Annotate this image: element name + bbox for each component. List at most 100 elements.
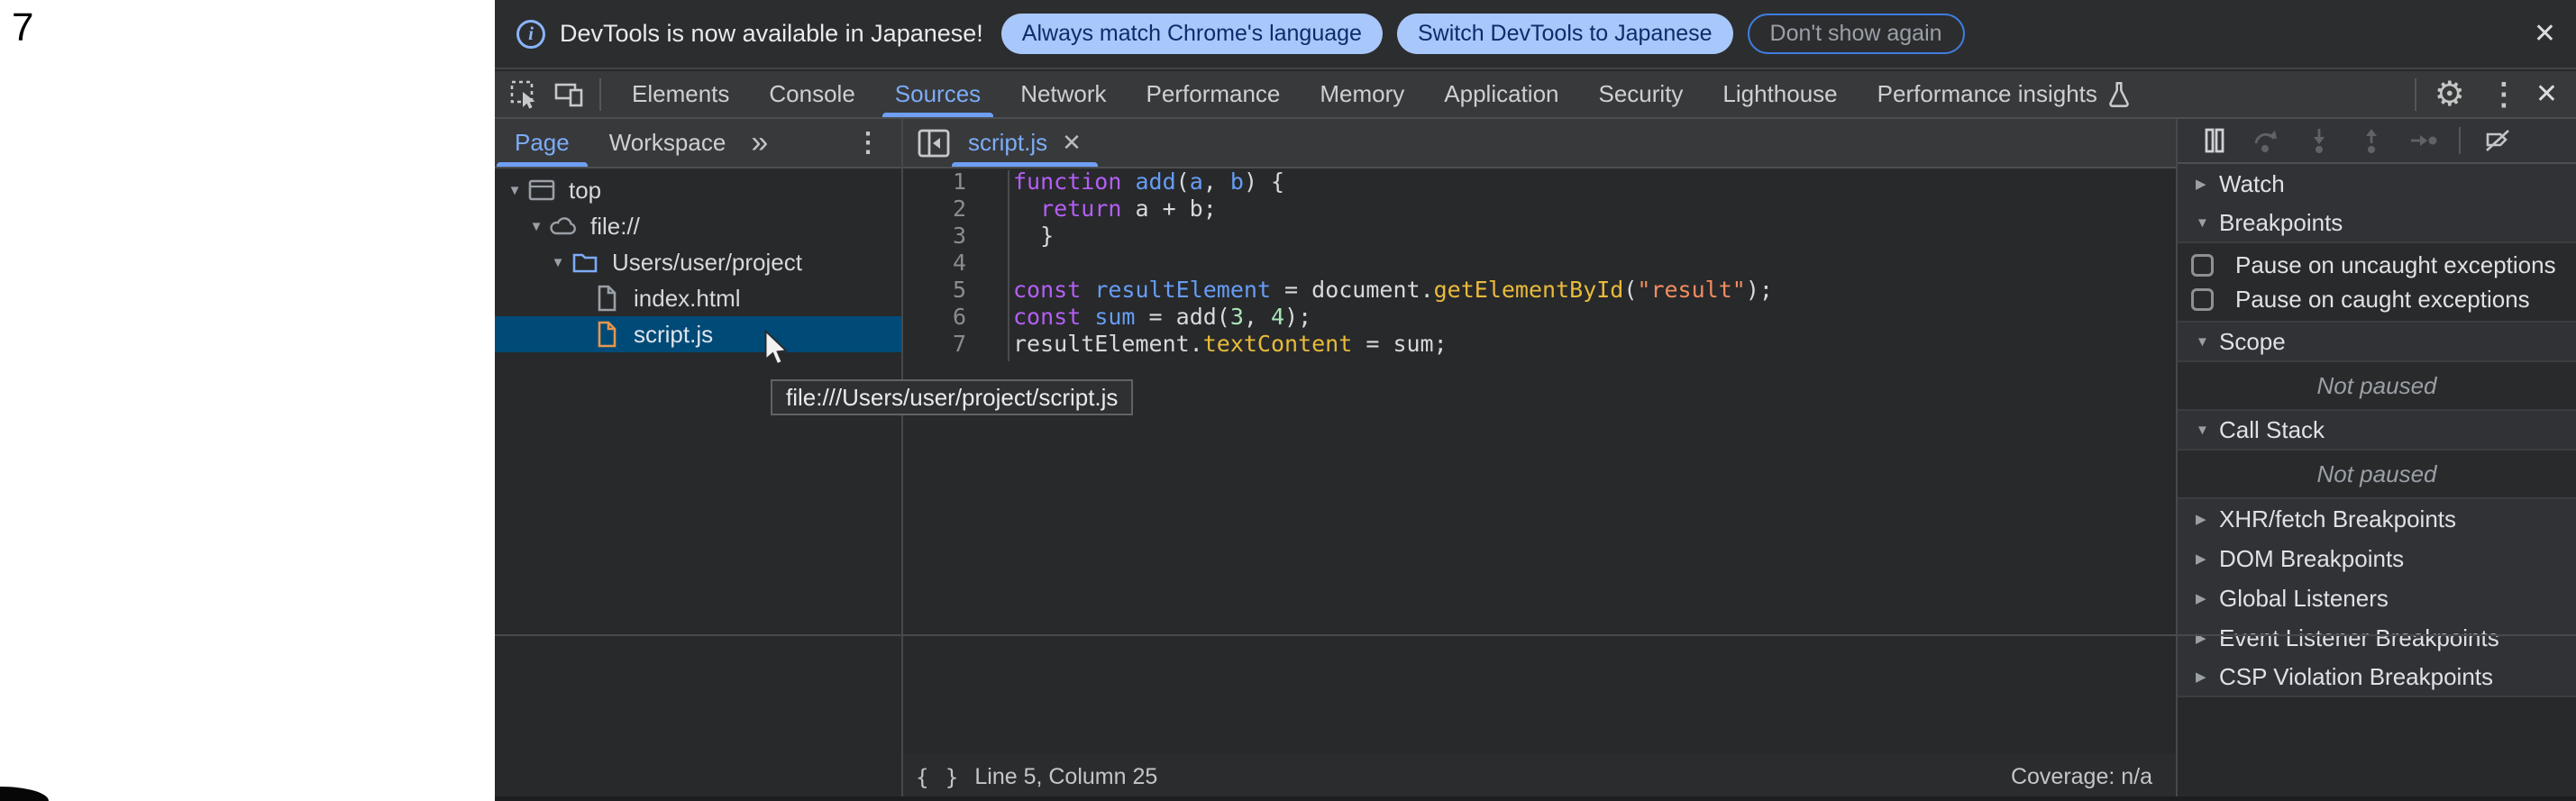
toolbar-divider — [2415, 78, 2416, 111]
line-number[interactable]: 1 — [903, 168, 966, 196]
line-number[interactable]: 4 — [903, 250, 966, 277]
section-label: Event Listener Breakpoints — [2219, 624, 2499, 652]
code-line[interactable]: 2 return a + b; — [903, 196, 2176, 223]
tabbar-right-controls: ⚙ ⋮ ✕ — [2400, 71, 2576, 117]
line-number[interactable]: 7 — [903, 331, 966, 358]
editor-tab-label: script.js — [968, 129, 1047, 157]
statusbar-divider — [495, 634, 2576, 636]
chevron-right-icon: ▶ — [2196, 551, 2219, 567]
editor-tab-close-icon[interactable]: ✕ — [1062, 129, 1082, 157]
navigator-overflow-chevron-icon[interactable]: » — [751, 125, 768, 160]
section-scope[interactable]: ▼Scope — [2178, 323, 2576, 362]
tab-performance[interactable]: Performance — [1127, 71, 1301, 117]
don-t-show-again-button[interactable]: Don't show again — [1748, 14, 1965, 54]
tree-item-index-html[interactable]: index.html — [495, 280, 901, 316]
line-number[interactable]: 5 — [903, 277, 966, 304]
tab-label: Memory — [1320, 80, 1404, 108]
editor-tab-scriptjs[interactable]: script.js ✕ — [950, 119, 1100, 167]
code-token: , — [1203, 168, 1230, 195]
line-number[interactable]: 6 — [903, 304, 966, 331]
code-token: sum — [1094, 304, 1135, 330]
tab-console[interactable]: Console — [749, 71, 874, 117]
tab-sources[interactable]: Sources — [875, 71, 1000, 117]
checkbox-row-pause-on-uncaught-exceptions[interactable]: Pause on uncaught exceptions — [2178, 248, 2576, 282]
section-call-stack[interactable]: ▼Call Stack — [2178, 411, 2576, 451]
pause-icon[interactable] — [2199, 125, 2230, 156]
tab-network[interactable]: Network — [1000, 71, 1126, 117]
code-line[interactable]: 4 — [903, 250, 2176, 277]
navigator-more-options-icon[interactable]: ⋮ — [854, 127, 882, 159]
step-out-icon[interactable] — [2356, 125, 2387, 156]
inspect-element-icon[interactable] — [509, 79, 540, 110]
always-match-chrome-s-language-button[interactable]: Always match Chrome's language — [1001, 14, 1383, 54]
tab-elements[interactable]: Elements — [612, 71, 749, 117]
switch-devtools-to-japanese-button[interactable]: Switch DevTools to Japanese — [1397, 14, 1733, 54]
code-line[interactable]: 6const sum = add(3, 4); — [903, 304, 2176, 331]
step-over-icon[interactable] — [2252, 125, 2282, 156]
section-csp-violation-breakpoints[interactable]: ▶CSP Violation Breakpoints — [2178, 658, 2576, 697]
tab-memory[interactable]: Memory — [1300, 71, 1424, 117]
code-token: add — [1135, 168, 1175, 195]
file-tree: ▼top▼file://▼Users/user/projectindex.htm… — [495, 168, 901, 352]
step-into-icon[interactable] — [2304, 125, 2334, 156]
tab-label: Lighthouse — [1722, 80, 1837, 108]
tab-security[interactable]: Security — [1579, 71, 1704, 117]
section-event-listener-breakpoints[interactable]: ▶Event Listener Breakpoints — [2178, 618, 2576, 658]
checkbox-unchecked[interactable] — [2191, 254, 2214, 277]
code-line[interactable]: 5const resultElement = document.getEleme… — [903, 277, 2176, 304]
code-editor[interactable]: 1function add(a, b) {2 return a + b;3 }4… — [903, 168, 2176, 753]
section-label: Scope — [2219, 328, 2286, 356]
devtools-panel: i DevTools is now available in Japanese!… — [495, 0, 2576, 801]
code-token — [1081, 277, 1094, 303]
debugger-toolbar — [2178, 119, 2576, 164]
tab-label: Console — [769, 80, 854, 108]
section-label: Call Stack — [2219, 416, 2325, 444]
toggle-navigator-icon[interactable] — [918, 128, 950, 159]
tab-label: Performance insights — [1877, 80, 2097, 108]
navigator-tab-workspace[interactable]: Workspace — [589, 119, 746, 167]
file-path-tooltip: file:///Users/user/project/script.js — [771, 379, 1133, 415]
tree-expand-arrow-icon[interactable]: ▼ — [504, 183, 525, 198]
device-toolbar-icon[interactable] — [554, 79, 585, 110]
more-options-icon[interactable]: ⋮ — [2489, 77, 2519, 113]
code-line-content: return a + b; — [966, 196, 1217, 223]
section-watch[interactable]: ▶Watch — [2178, 164, 2576, 204]
frame-icon — [525, 177, 558, 204]
line-number[interactable]: 2 — [903, 196, 966, 223]
code-token: "result" — [1637, 277, 1745, 303]
section-xhr-fetch-breakpoints[interactable]: ▶XHR/fetch Breakpoints — [2178, 499, 2576, 539]
tree-expand-arrow-icon[interactable]: ▼ — [525, 219, 547, 234]
file-icon — [590, 285, 623, 312]
devtools-close-icon[interactable]: ✕ — [2535, 78, 2558, 110]
section-global-listeners[interactable]: ▶Global Listeners — [2178, 578, 2576, 618]
pretty-print-icon[interactable]: { } — [916, 765, 960, 790]
scope-content: Not paused — [2178, 362, 2576, 411]
tree-item-users-user-project[interactable]: ▼Users/user/project — [495, 244, 901, 280]
toolbar-divider — [599, 78, 601, 111]
navigator-tab-page[interactable]: Page — [495, 119, 589, 167]
not-paused-message: Not paused — [2178, 451, 2576, 497]
checkbox-row-pause-on-caught-exceptions[interactable]: Pause on caught exceptions — [2178, 282, 2576, 316]
step-icon[interactable] — [2408, 125, 2439, 156]
chevron-right-icon: ▶ — [2196, 176, 2219, 192]
tree-item-file[interactable]: ▼file:// — [495, 208, 901, 244]
checkbox-unchecked[interactable] — [2191, 288, 2214, 311]
tree-item-top[interactable]: ▼top — [495, 172, 901, 208]
code-token: const — [1013, 277, 1081, 303]
line-number[interactable]: 3 — [903, 223, 966, 250]
tab-application[interactable]: Application — [1424, 71, 1578, 117]
code-line[interactable]: 1function add(a, b) { — [903, 168, 2176, 196]
section-dom-breakpoints[interactable]: ▶DOM Breakpoints — [2178, 539, 2576, 578]
code-line[interactable]: 7resultElement.textContent = sum; — [903, 331, 2176, 358]
tab-performance-insights[interactable]: Performance insights — [1858, 71, 2151, 117]
section-breakpoints[interactable]: ▼Breakpoints — [2178, 204, 2576, 243]
settings-gear-icon[interactable]: ⚙ — [2434, 74, 2465, 114]
tab-label: Security — [1599, 80, 1684, 108]
deactivate-breakpoints-icon[interactable] — [2482, 125, 2513, 156]
tree-expand-arrow-icon[interactable]: ▼ — [547, 255, 569, 270]
tree-item-script-js[interactable]: script.js — [495, 316, 901, 352]
chevron-right-icon: ▶ — [2196, 669, 2219, 685]
tab-lighthouse[interactable]: Lighthouse — [1703, 71, 1857, 117]
banner-close-icon[interactable]: ✕ — [2534, 18, 2556, 50]
code-line[interactable]: 3 } — [903, 223, 2176, 250]
